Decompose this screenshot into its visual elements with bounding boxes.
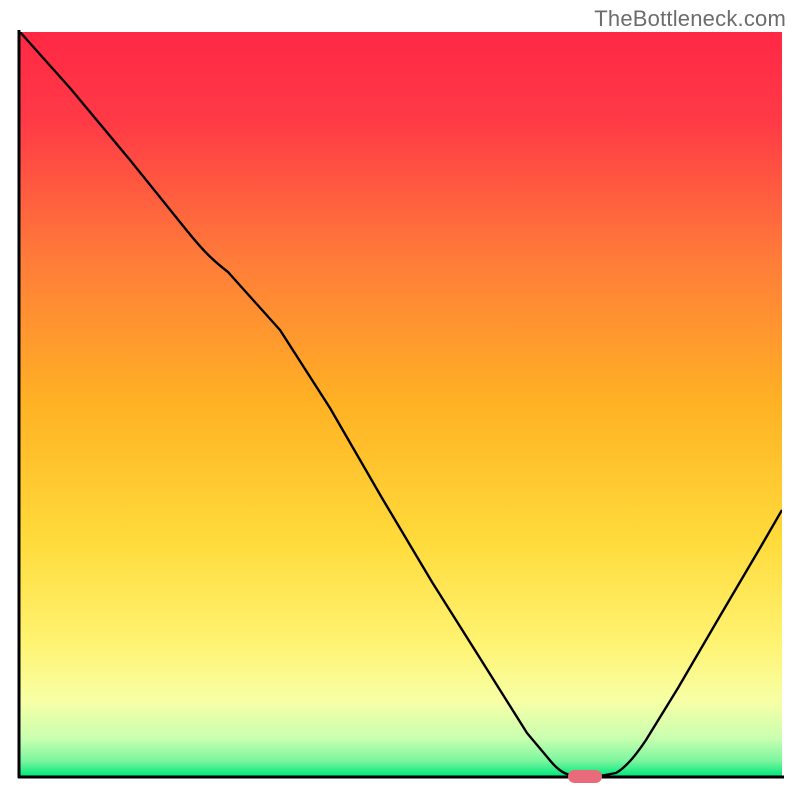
bottleneck-chart <box>0 0 800 800</box>
plot-background <box>20 32 782 776</box>
watermark-label: TheBottleneck.com <box>594 6 786 32</box>
chart-container: TheBottleneck.com <box>0 0 800 800</box>
optimal-point-marker <box>568 770 602 783</box>
